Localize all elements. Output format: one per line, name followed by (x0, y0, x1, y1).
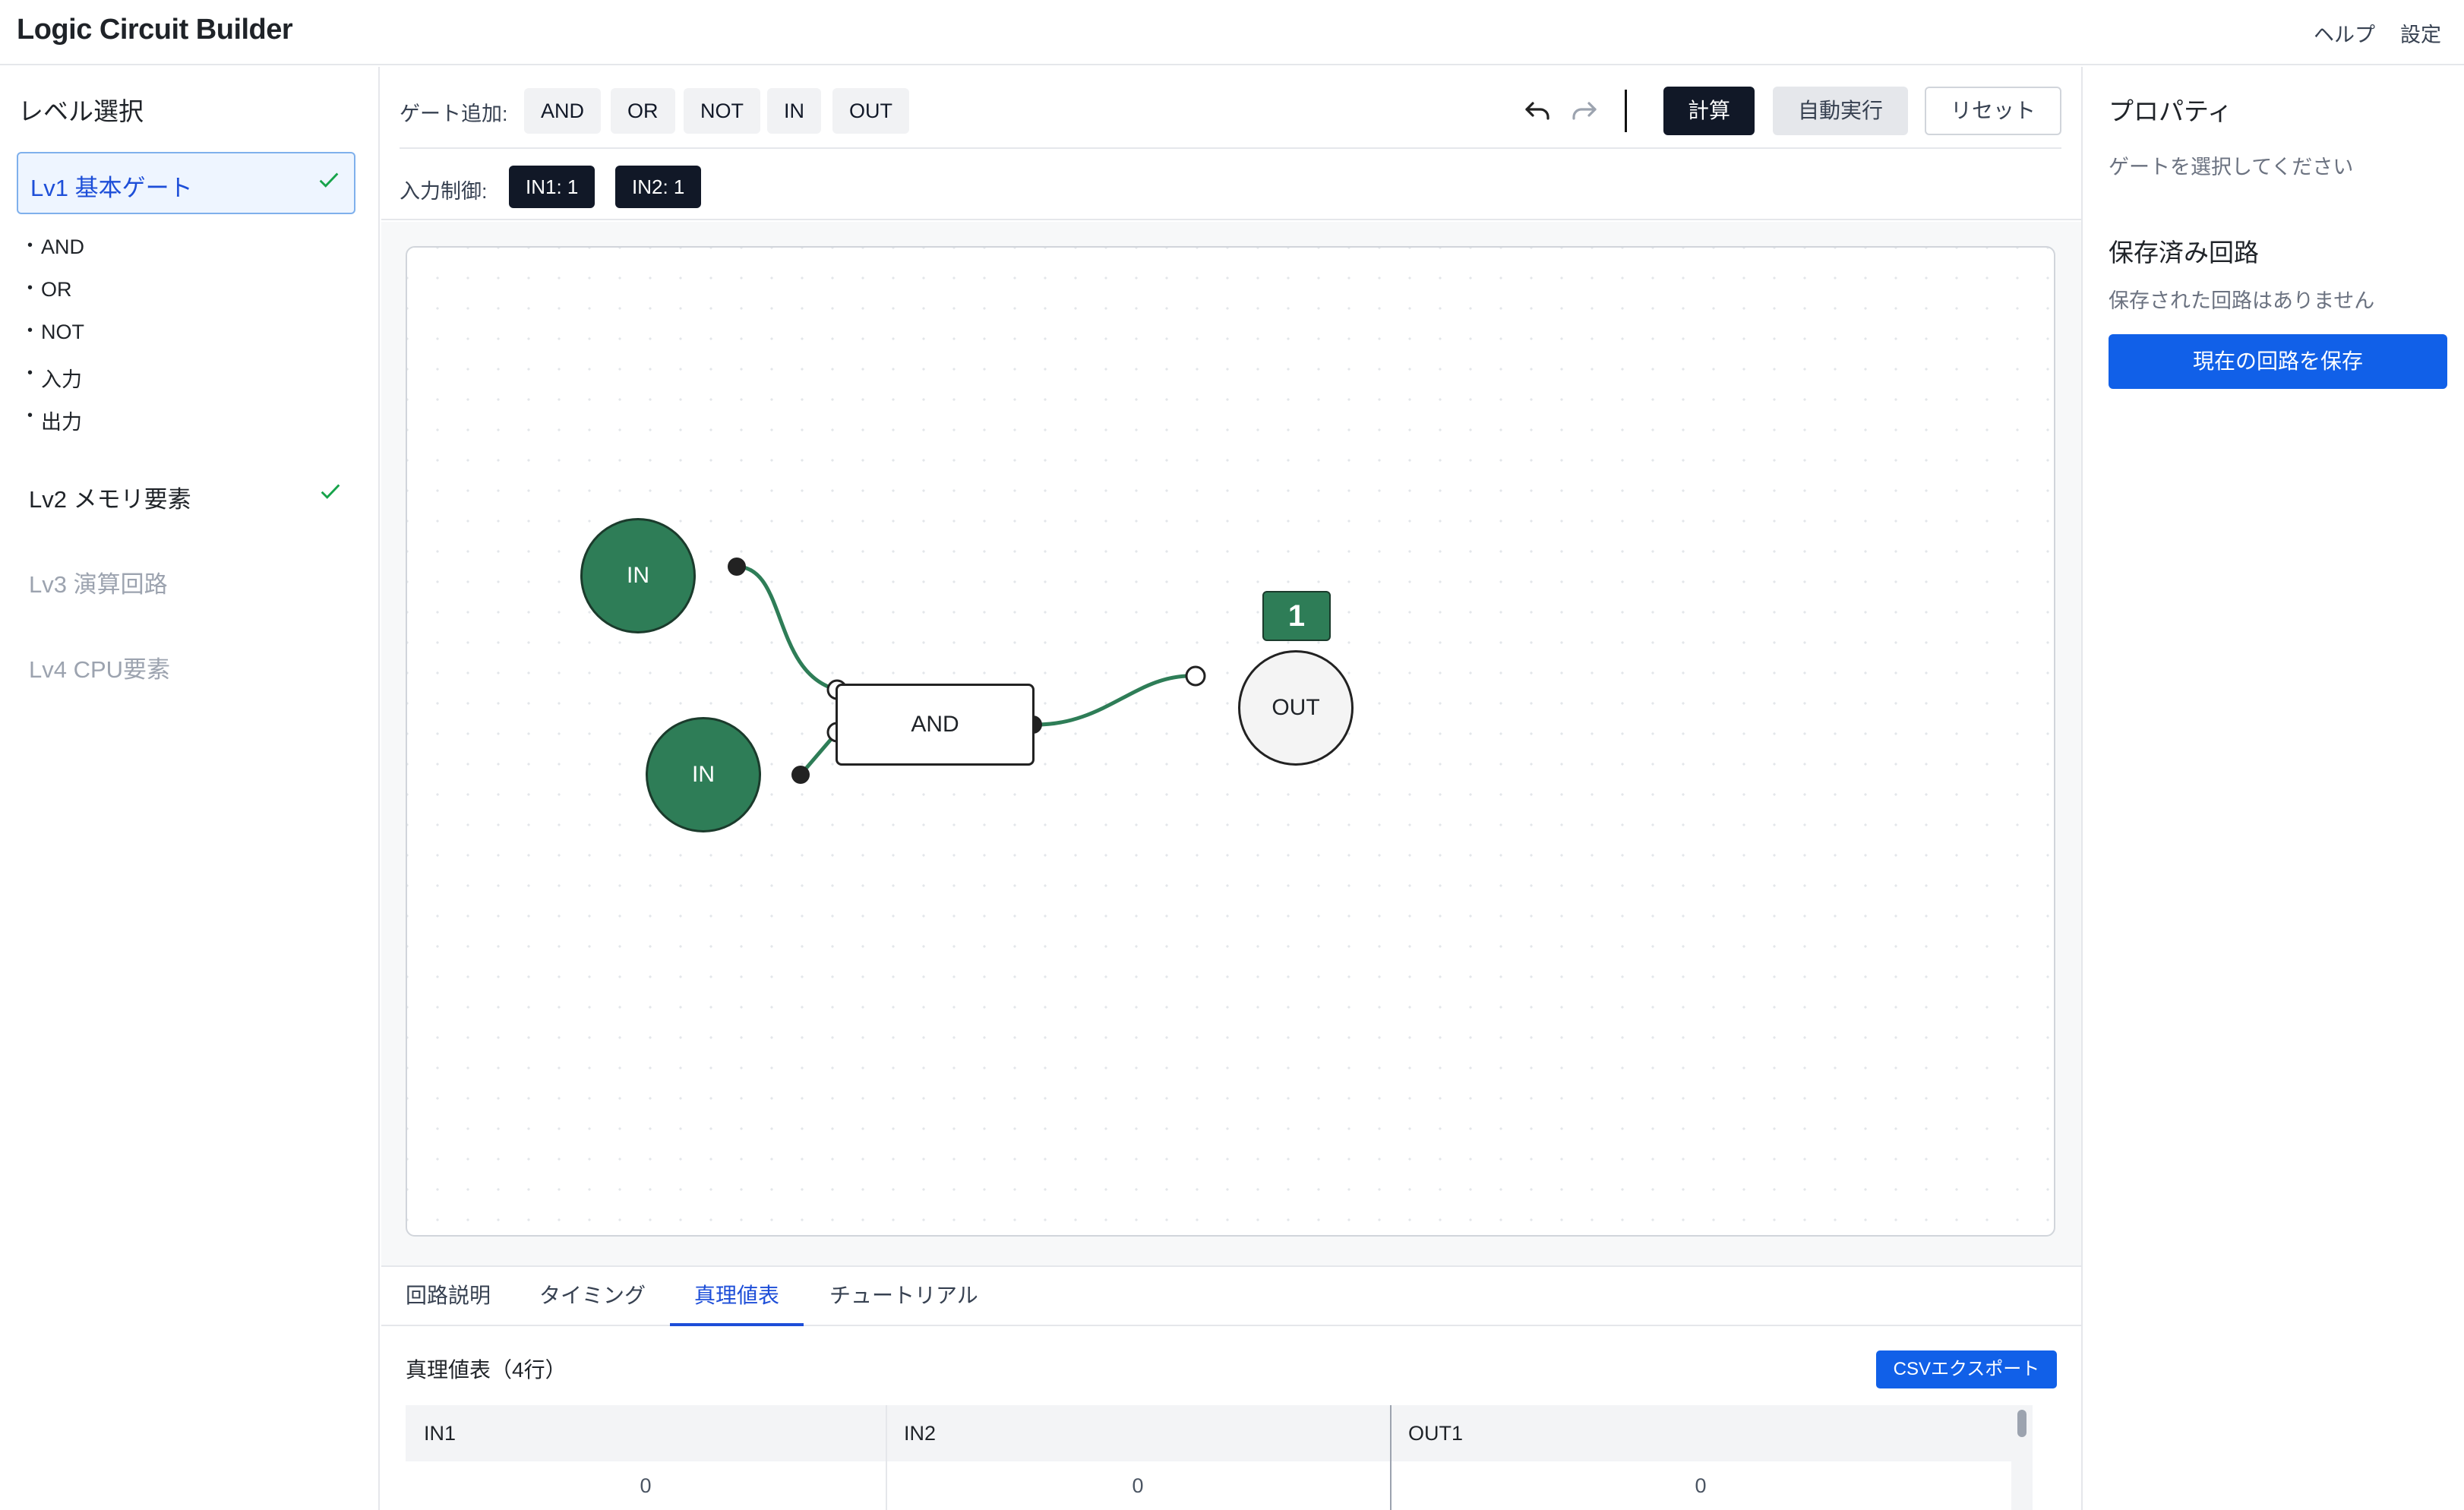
properties-empty-text: ゲートを選択してください (2109, 156, 2354, 178)
settings-link[interactable]: 設定 (2400, 18, 2441, 48)
redo-icon[interactable] (1566, 93, 1603, 129)
table-cell: 0 (640, 1474, 652, 1497)
input-node-2[interactable]: IN (646, 717, 761, 832)
csv-export-button[interactable]: CSVエクスポート (1876, 1350, 2057, 1388)
add-and-button[interactable]: AND (524, 88, 602, 134)
gate-toolbar: ゲート追加: AND OR NOT IN OUT 計算 自動実行 リセット (381, 67, 2081, 149)
editor-area: ゲート追加: AND OR NOT IN OUT 計算 自動実行 リセット 入力… (381, 67, 2081, 1510)
level-label: Lv4 CPU要素 (29, 656, 171, 683)
tab-tutorial[interactable]: チュートリアル (826, 1267, 981, 1326)
bottom-tabs: 回路説明 タイミング 真理値表 チュートリアル (381, 1265, 2081, 1326)
column-header-in1: IN1 (424, 1422, 456, 1445)
scrollbar-thumb[interactable] (2017, 1410, 2026, 1437)
saved-circuits-empty-text: 保存された回路はありません (2109, 289, 2375, 312)
column-header-in2: IN2 (904, 1422, 937, 1445)
gate-list-item: OR (27, 278, 71, 302)
input-control-bar: 入力制御: IN1: 1 IN2: 1 (381, 149, 2081, 220)
wire-layer (728, 558, 1206, 784)
properties-title: プロパティ (2109, 97, 2233, 125)
table-cell: 0 (1695, 1474, 1707, 1497)
properties-panel: プロパティ ゲートを選択してください 保存済み回路 保存された回路はありません … (2081, 67, 2464, 1510)
in1-output-port[interactable] (728, 558, 746, 576)
check-icon (319, 172, 339, 188)
level-label: Lv3 演算回路 (29, 571, 168, 598)
input-control-label: 入力制御: (400, 180, 488, 203)
auto-run-button[interactable]: 自動実行 (1773, 87, 1908, 135)
output-node[interactable]: OUT (1238, 650, 1354, 766)
add-gate-label: ゲート追加: (400, 103, 508, 125)
level-select-title: レベル選択 (18, 97, 144, 125)
gate-list-item: 入力 (27, 363, 82, 393)
truth-table-title: 真理値表（4行） (406, 1358, 567, 1382)
calculate-button[interactable]: 計算 (1663, 87, 1755, 135)
level-item-lv4: Lv4 CPU要素 (17, 635, 355, 697)
reset-button[interactable]: リセット (1925, 87, 2061, 135)
wire-in1-and (736, 564, 838, 692)
save-circuit-button[interactable]: 現在の回路を保存 (2109, 334, 2447, 389)
app-title: Logic Circuit Builder (17, 14, 293, 46)
table-cell: 0 (1132, 1474, 1144, 1497)
add-in-button[interactable]: IN (767, 88, 821, 134)
level-item-lv2[interactable]: Lv2 メモリ要素 (17, 465, 355, 527)
input-node-1[interactable]: IN (580, 518, 696, 633)
output-value-badge: 1 (1262, 591, 1331, 641)
saved-circuits-title: 保存済み回路 (2109, 239, 2259, 267)
in2-output-port[interactable] (791, 766, 810, 784)
undo-icon[interactable] (1519, 93, 1556, 129)
app-header: Logic Circuit Builder ヘルプ 設定 (0, 0, 2464, 65)
toolbar-divider (1625, 90, 1627, 132)
table-scrollbar[interactable] (2011, 1405, 2033, 1510)
input-toggle-in1[interactable]: IN1: 1 (509, 166, 595, 208)
level-sidebar: レベル選択 Lv1 基本ゲート AND OR NOT 入力 出力 Lv2 メモリ… (0, 67, 380, 1510)
gate-list-item: 出力 (27, 406, 82, 435)
add-or-button[interactable]: OR (611, 88, 675, 134)
gate-list-item: AND (27, 235, 84, 259)
help-link[interactable]: ヘルプ (2314, 18, 2375, 48)
truth-table: IN1 IN2 OUT1 0 0 0 (406, 1405, 2033, 1510)
gate-list-item: NOT (27, 321, 84, 344)
level-item-lv3: Lv3 演算回路 (17, 550, 355, 612)
circuit-canvas[interactable]: IN IN AND 1 OUT (406, 246, 2055, 1237)
add-out-button[interactable]: OUT (832, 88, 909, 134)
level-label: Lv1 基本ゲート (30, 175, 193, 201)
tab-circuit-description[interactable]: 回路説明 (403, 1267, 494, 1326)
column-header-out1: OUT1 (1408, 1422, 1464, 1445)
tab-timing[interactable]: タイミング (536, 1267, 649, 1326)
out-input-port[interactable] (1185, 665, 1206, 687)
add-not-button[interactable]: NOT (684, 88, 760, 134)
input-toggle-in2[interactable]: IN2: 1 (615, 166, 702, 208)
check-icon (321, 484, 340, 499)
canvas-area: IN IN AND 1 OUT (381, 222, 2081, 1265)
and-gate[interactable]: AND (836, 684, 1035, 766)
level-label: Lv2 メモリ要素 (29, 486, 191, 513)
level-item-lv1[interactable]: Lv1 基本ゲート (17, 152, 355, 214)
wire-and-out (1032, 674, 1196, 727)
tab-truth-table[interactable]: 真理値表 (670, 1267, 804, 1326)
